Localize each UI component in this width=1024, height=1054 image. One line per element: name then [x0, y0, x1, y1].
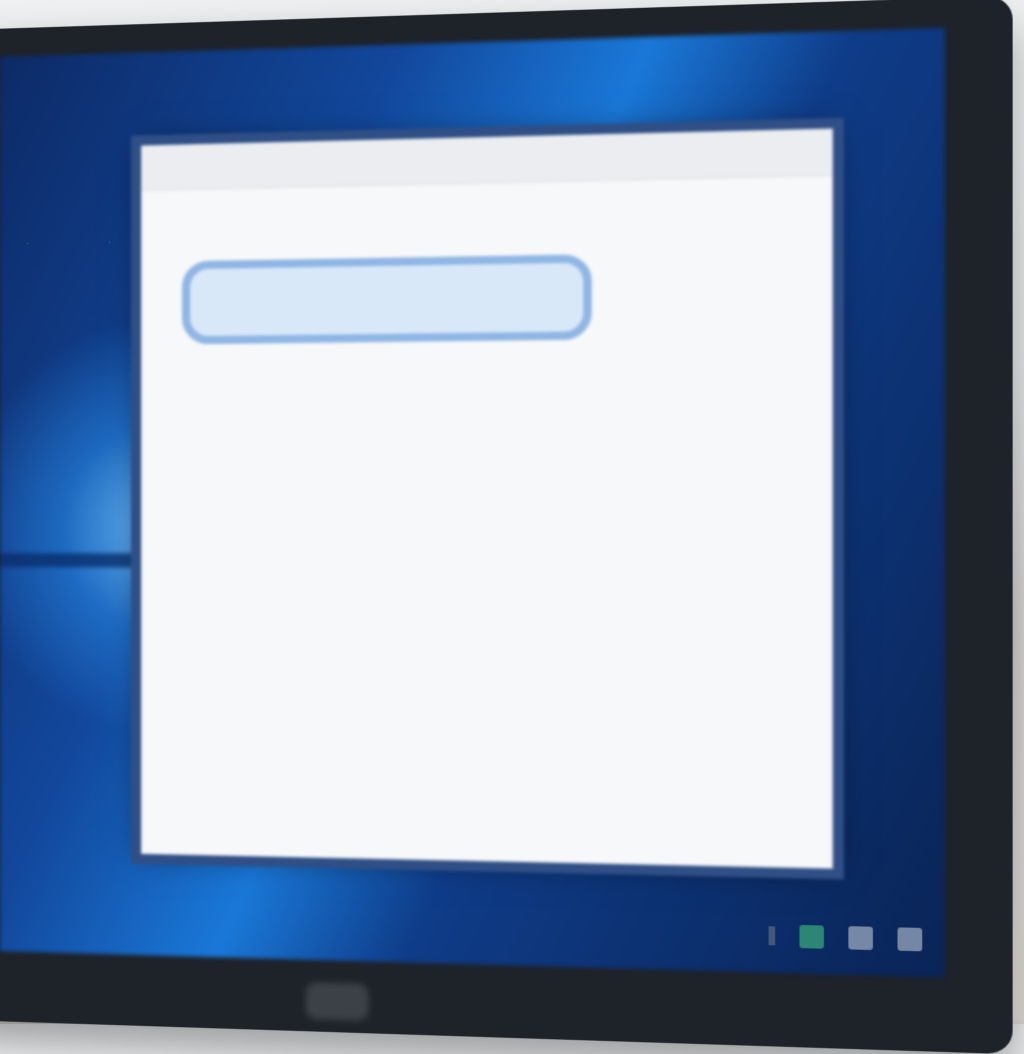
selected-list-item[interactable] — [181, 254, 592, 345]
notification-icon[interactable] — [897, 927, 923, 952]
list-item-2-sub — [192, 234, 777, 245]
list-item-2[interactable] — [192, 234, 777, 245]
window-content — [141, 176, 833, 399]
list-item-3[interactable] — [192, 234, 777, 245]
page-title — [192, 205, 777, 217]
app-icon-green[interactable] — [799, 924, 824, 949]
taskbar-tray — [592, 895, 945, 978]
laptop-logo — [305, 982, 369, 1021]
app-window — [141, 128, 833, 869]
list-item-1[interactable] — [192, 234, 777, 245]
list-item-last[interactable] — [192, 373, 777, 379]
laptop — [0, 0, 1013, 1054]
page-subtitle — [192, 205, 777, 217]
app-icon[interactable] — [848, 926, 873, 951]
pin-icon[interactable] — [768, 926, 776, 946]
